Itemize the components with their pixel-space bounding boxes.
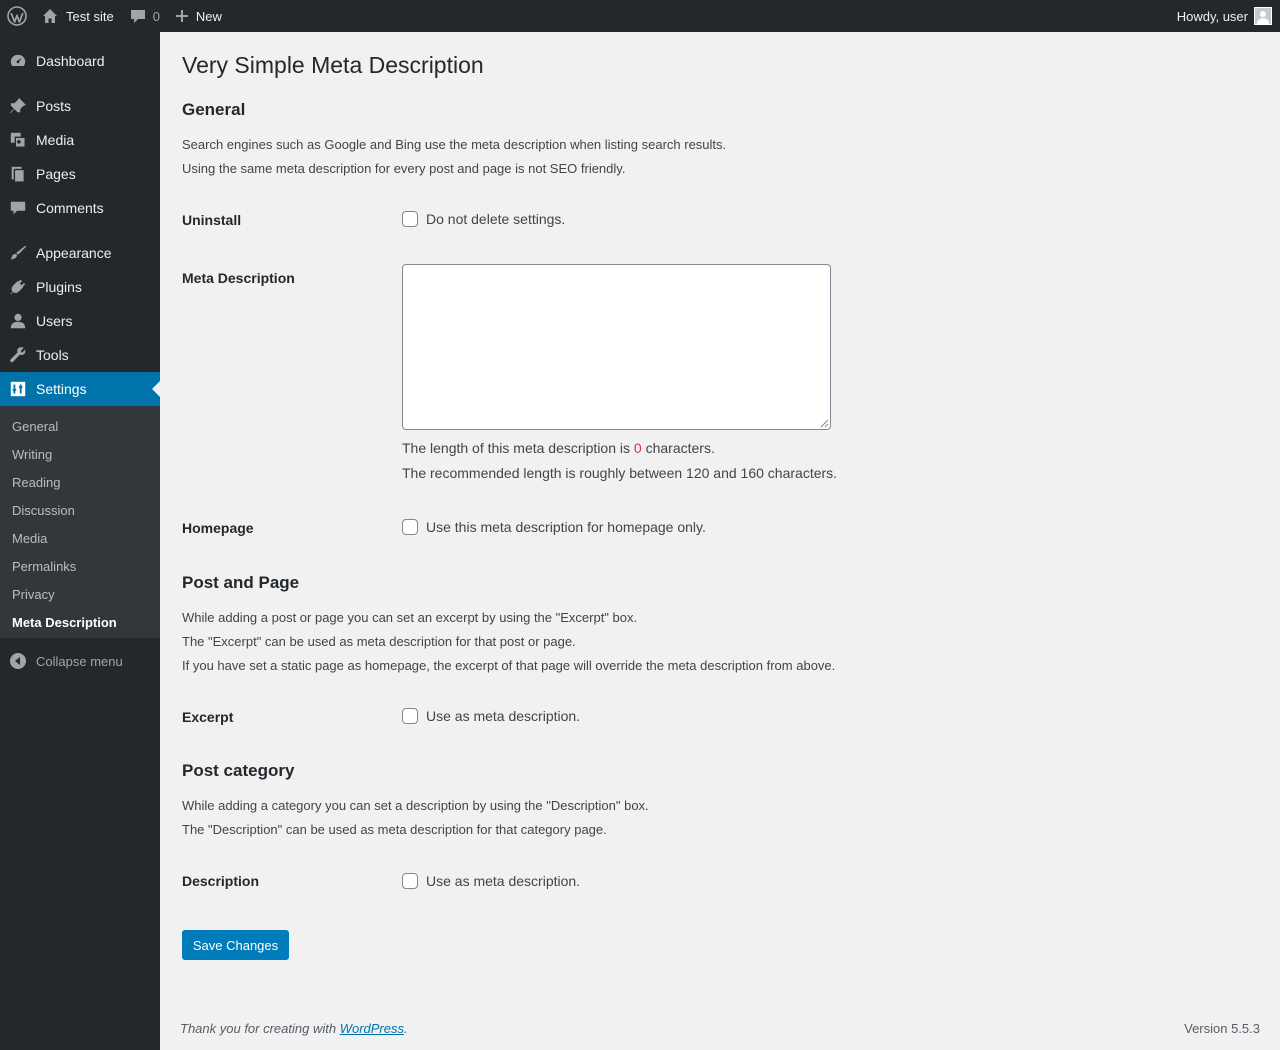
wordpress-link[interactable]: WordPress xyxy=(340,1021,404,1036)
submenu-item-media[interactable]: Media xyxy=(12,531,47,546)
uninstall-label: Uninstall xyxy=(182,212,242,228)
wordpress-logo-icon xyxy=(7,6,27,26)
post-category-description-1: While adding a category you can set a de… xyxy=(182,798,649,813)
length-prefix: The length of this meta description is xyxy=(402,440,631,456)
post-page-description-3: If you have set a static page as homepag… xyxy=(182,658,836,673)
submenu-item-general[interactable]: General xyxy=(12,419,58,434)
post-page-description-1: While adding a post or page you can set … xyxy=(182,610,638,625)
submenu-item-privacy[interactable]: Privacy xyxy=(12,587,55,602)
footer-thanks-prefix: Thank you for creating with xyxy=(180,1021,337,1036)
new-content-link[interactable]: New xyxy=(168,0,230,32)
post-page-description-2: The "Excerpt" can be used as meta descri… xyxy=(182,634,576,649)
pin-icon xyxy=(0,89,36,123)
comment-bubble-icon xyxy=(130,8,153,24)
uninstall-checkbox-label[interactable]: Do not delete settings. xyxy=(426,211,565,227)
site-name-link[interactable]: Test site xyxy=(36,0,122,32)
footer-thanks-suffix: . xyxy=(404,1021,408,1036)
admin-bar: Test site 0 New Howdy, user xyxy=(0,0,1280,32)
meta-recommended-info: The recommended length is roughly betwee… xyxy=(402,465,838,481)
media-icon xyxy=(0,123,36,157)
homepage-label: Homepage xyxy=(182,520,254,536)
length-count: 0 xyxy=(633,440,642,456)
home-icon xyxy=(42,8,66,24)
new-label: New xyxy=(195,8,222,24)
length-suffix: characters. xyxy=(645,440,715,456)
general-description-2: Using the same meta description for ever… xyxy=(182,161,626,176)
submenu-item-writing[interactable]: Writing xyxy=(12,447,52,462)
homepage-option: Use this meta description for homepage o… xyxy=(402,519,706,535)
my-account-menu[interactable]: Howdy, user xyxy=(1177,0,1280,32)
sidebar-item-tools[interactable]: Tools xyxy=(0,338,160,372)
user-icon xyxy=(0,304,36,338)
section-heading-post-category: Post category xyxy=(182,761,295,780)
wrench-icon xyxy=(0,338,36,372)
plus-icon xyxy=(175,10,196,22)
description-label: Description xyxy=(182,873,260,889)
section-heading-general: General xyxy=(182,100,246,119)
uninstall-option: Do not delete settings. xyxy=(402,211,565,227)
submenu-item-permalinks[interactable]: Permalinks xyxy=(12,559,76,574)
sidebar-item-comments[interactable]: Comments xyxy=(0,191,160,225)
submenu-item-meta-description[interactable]: Meta Description xyxy=(12,615,117,630)
page-title: Very Simple Meta Description xyxy=(182,52,484,78)
homepage-checkbox[interactable] xyxy=(402,519,418,535)
excerpt-checkbox[interactable] xyxy=(402,708,418,724)
description-option: Use as meta description. xyxy=(402,873,580,889)
collapse-arrow-icon xyxy=(0,653,36,669)
save-changes-button[interactable]: Save Changes xyxy=(182,930,289,960)
sidebar-item-dashboard[interactable]: Dashboard xyxy=(0,44,160,78)
pages-icon xyxy=(0,157,36,191)
sidebar-item-pages[interactable]: Pages xyxy=(0,157,160,191)
sidebar-item-settings[interactable]: Settings xyxy=(0,372,160,406)
footer-version: Version 5.5.3 xyxy=(1184,1021,1260,1036)
meta-length-info: The length of this meta description is 0… xyxy=(402,440,715,456)
howdy-greeting: Howdy, user xyxy=(1176,8,1248,24)
plug-icon xyxy=(0,270,36,304)
meta-description-label: Meta Description xyxy=(182,270,295,286)
wordpress-logo-menu[interactable] xyxy=(0,0,36,32)
excerpt-checkbox-label[interactable]: Use as meta description. xyxy=(426,708,580,724)
sidebar-item-media[interactable]: Media xyxy=(0,123,160,157)
excerpt-label: Excerpt xyxy=(182,709,234,725)
sidebar-item-plugins[interactable]: Plugins xyxy=(0,270,160,304)
uninstall-checkbox[interactable] xyxy=(402,211,418,227)
dashboard-icon xyxy=(0,44,36,78)
section-heading-post-and-page: Post and Page xyxy=(182,573,300,592)
footer-thanks: Thank you for creating with WordPress. xyxy=(180,1021,408,1036)
description-checkbox[interactable] xyxy=(402,873,418,889)
submenu-item-discussion[interactable]: Discussion xyxy=(12,503,75,518)
resize-grip-icon[interactable] xyxy=(820,419,829,428)
post-category-description-2: The "Description" can be used as meta de… xyxy=(182,822,607,837)
settings-icon xyxy=(0,372,36,406)
submenu-item-reading[interactable]: Reading xyxy=(12,475,60,490)
collapse-menu-label: Collapse menu xyxy=(36,653,123,669)
sidebar-item-appearance[interactable]: Appearance xyxy=(0,236,160,270)
main-content: Very Simple Meta Description General Sea… xyxy=(160,32,1280,1050)
general-description-1: Search engines such as Google and Bing u… xyxy=(182,137,727,152)
settings-submenu: General Writing Reading Discussion Media… xyxy=(0,406,160,638)
meta-description-textarea[interactable] xyxy=(402,264,831,430)
avatar xyxy=(1254,7,1272,25)
admin-sidebar: Dashboard Posts Media Pages Comments App… xyxy=(0,32,160,1050)
brush-icon xyxy=(0,236,36,270)
sidebar-item-users[interactable]: Users xyxy=(0,304,160,338)
comments-count: 0 xyxy=(152,8,160,24)
site-name-label: Test site xyxy=(66,8,114,24)
description-checkbox-label[interactable]: Use as meta description. xyxy=(426,873,580,889)
sidebar-item-posts[interactable]: Posts xyxy=(0,89,160,123)
comment-icon xyxy=(0,191,36,225)
collapse-menu-button[interactable]: Collapse menu xyxy=(0,650,160,672)
homepage-checkbox-label[interactable]: Use this meta description for homepage o… xyxy=(426,519,706,535)
excerpt-option: Use as meta description. xyxy=(402,708,580,724)
comments-link[interactable]: 0 xyxy=(122,0,168,32)
